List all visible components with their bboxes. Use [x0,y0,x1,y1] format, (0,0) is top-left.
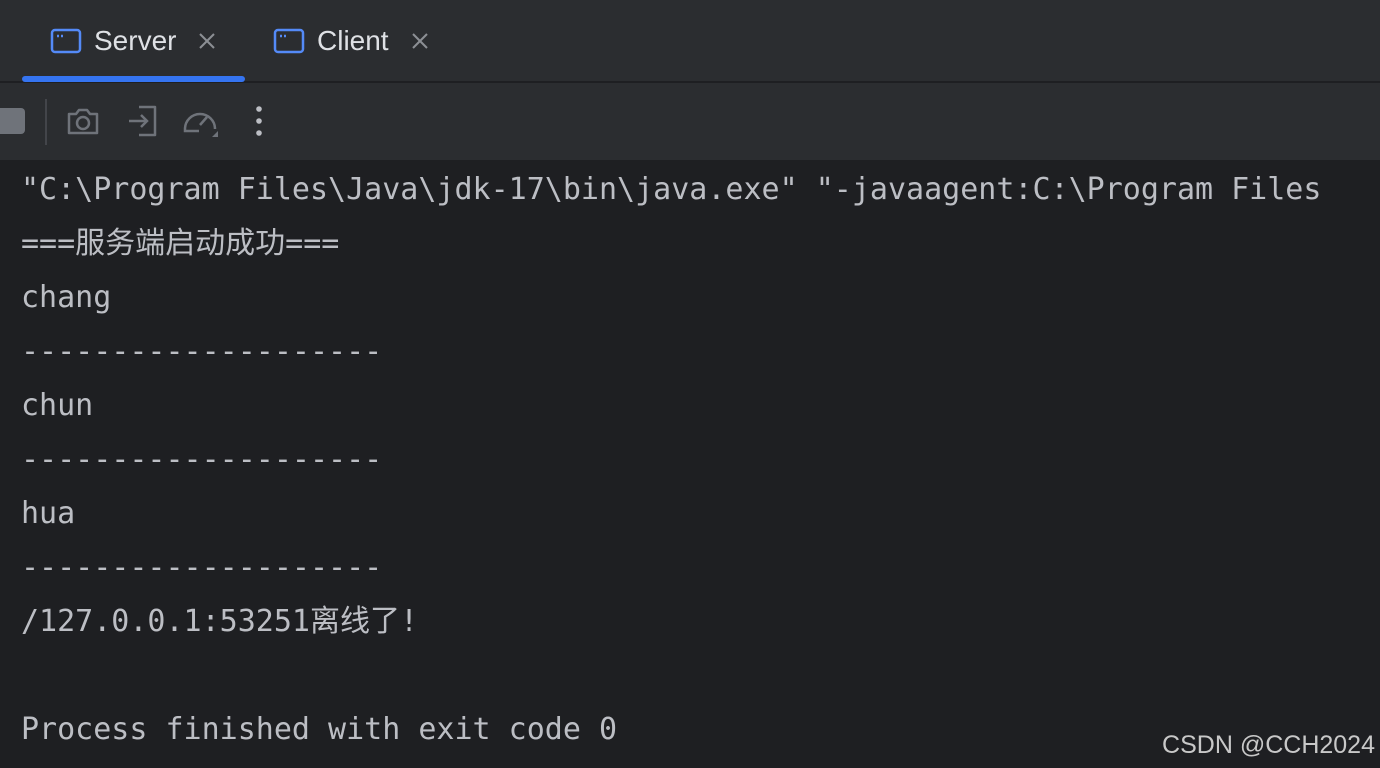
tab-label: Server [94,24,177,56]
console-line: "C:\Program Files\Java\jdk-17\bin\java.e… [21,172,1322,207]
console-window-icon [50,28,82,53]
console-line: -------------------- [21,334,383,369]
login-icon [129,105,157,137]
console-window-icon [273,28,305,53]
console-line: /127.0.0.1:53251离线了! [21,604,419,639]
screenshot-button[interactable] [63,101,103,141]
watermark: CSDN @CCH2024 [1162,731,1375,759]
console-line: -------------------- [21,550,383,585]
profiler-button[interactable] [180,101,220,141]
speedometer-icon [183,112,218,137]
console-line: hua [21,496,76,531]
more-vertical-icon [256,106,262,136]
console-line: Process finished with exit code 0 [21,712,618,747]
tab-server[interactable]: Server [50,0,218,81]
camera-icon [67,108,99,135]
console-toolbar [0,83,1380,160]
console-line: chun [21,388,94,423]
console-line: ===服务端启动成功=== [21,226,340,261]
console-line: chang [21,280,112,315]
active-tab-indicator [22,76,245,82]
tab-bar: Server Client [0,0,1380,83]
console-output[interactable]: "C:\Program Files\Java\jdk-17\bin\java.e… [0,160,1380,768]
tab-client[interactable]: Client [273,0,431,81]
close-icon[interactable] [196,30,218,52]
import-button[interactable] [123,101,163,141]
close-icon[interactable] [409,30,431,52]
stop-button[interactable] [0,101,28,141]
tab-label: Client [317,24,389,56]
console-line: -------------------- [21,442,383,477]
more-options-button[interactable] [239,101,279,141]
stop-icon [0,108,25,134]
toolbar-divider [45,99,47,145]
